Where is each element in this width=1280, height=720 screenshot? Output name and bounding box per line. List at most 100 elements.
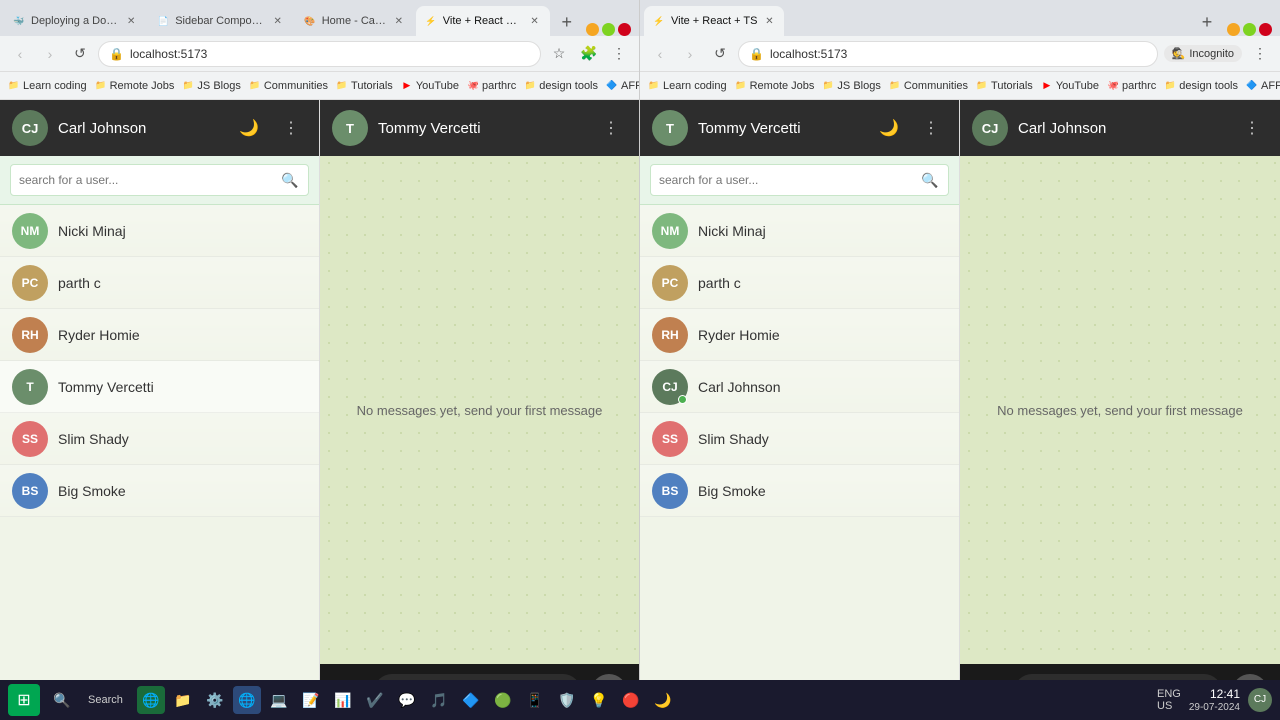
- taskbar-icon-11[interactable]: 🟢: [489, 686, 517, 714]
- bookmark-communities-right[interactable]: 📁 Communities: [889, 80, 968, 92]
- right-sidebar: T Tommy Vercetti 🌙 ⋮ 🔍 NM Nicki Minaj: [640, 100, 960, 720]
- left-chat-menu-btn[interactable]: ⋮: [595, 112, 627, 144]
- right-contact-carl[interactable]: CJ Carl Johnson: [640, 361, 959, 413]
- bookmark-remote-jobs-right[interactable]: 📁 Remote Jobs: [735, 80, 815, 92]
- tab-close-vite-right[interactable]: ✕: [762, 14, 776, 28]
- taskbar-icon-15[interactable]: 🔴: [617, 686, 645, 714]
- bookmark-label-youtube-r: YouTube: [1056, 80, 1099, 92]
- bookmark-label-design-r: design tools: [1179, 80, 1238, 92]
- bookmark-youtube-right[interactable]: ▶ YouTube: [1041, 80, 1099, 92]
- left-contact-nicki[interactable]: NM Nicki Minaj: [0, 205, 319, 257]
- bookmark-design-tools-right[interactable]: 📁 design tools: [1164, 80, 1238, 92]
- left-moon-btn[interactable]: 🌙: [233, 112, 265, 144]
- bookmark-parthrc-right[interactable]: 🐙 parthrc: [1107, 80, 1156, 92]
- taskbar-icon-9[interactable]: 🎵: [425, 686, 453, 714]
- taskbar-icon-5[interactable]: 📝: [297, 686, 325, 714]
- tab-close-vite-left[interactable]: ✕: [528, 14, 542, 28]
- extensions-btn-left[interactable]: 🧩: [577, 42, 601, 66]
- taskbar-icon-1[interactable]: 🌐: [137, 686, 165, 714]
- back-btn-left[interactable]: ‹: [8, 42, 32, 66]
- bookmark-design-tools-left[interactable]: 📁 design tools: [524, 80, 598, 92]
- bookmark-parthrc-left[interactable]: 🐙 parthrc: [467, 80, 516, 92]
- taskbar-icon-8[interactable]: 💬: [393, 686, 421, 714]
- star-btn-left[interactable]: ☆: [547, 42, 571, 66]
- bookmark-js-blogs-right[interactable]: 📁 JS Blogs: [822, 80, 880, 92]
- new-tab-button-right[interactable]: +: [1193, 8, 1221, 36]
- forward-btn-right[interactable]: ›: [678, 42, 702, 66]
- bookmark-js-blogs-left[interactable]: 📁 JS Blogs: [182, 80, 240, 92]
- close-btn-left[interactable]: [618, 23, 631, 36]
- right-menu-btn[interactable]: ⋮: [915, 112, 947, 144]
- left-contact-parth[interactable]: PC parth c: [0, 257, 319, 309]
- tab-vite-left[interactable]: ⚡ Vite + React + TS ✕: [416, 6, 550, 36]
- right-search-input[interactable]: [659, 173, 914, 187]
- left-contact-ryder[interactable]: RH Ryder Homie: [0, 309, 319, 361]
- menu-btn-right[interactable]: ⋮: [1248, 42, 1272, 66]
- search-taskbar-btn[interactable]: 🔍: [46, 684, 78, 716]
- tab-close-canva[interactable]: ✕: [392, 14, 406, 28]
- taskbar-icon-16[interactable]: 🌙: [649, 686, 677, 714]
- bookmark-communities-left[interactable]: 📁 Communities: [249, 80, 328, 92]
- left-contact-tommy[interactable]: T Tommy Vercetti: [0, 361, 319, 413]
- minimize-btn-left[interactable]: [586, 23, 599, 36]
- right-moon-btn[interactable]: 🌙: [873, 112, 905, 144]
- taskbar-icon-6[interactable]: 📊: [329, 686, 357, 714]
- close-btn-right[interactable]: [1259, 23, 1272, 36]
- maximize-btn-left[interactable]: [602, 23, 615, 36]
- right-contact-big[interactable]: BS Big Smoke: [640, 465, 959, 517]
- left-avatar-parth: PC: [12, 265, 48, 301]
- left-search-icon-btn[interactable]: 🔍: [280, 170, 300, 190]
- right-chat-menu-btn[interactable]: ⋮: [1236, 112, 1268, 144]
- minimize-btn-right[interactable]: [1227, 23, 1240, 36]
- address-bar-left[interactable]: 🔒 localhost:5173: [98, 41, 541, 67]
- taskbar-icon-10[interactable]: 🔷: [457, 686, 485, 714]
- start-btn[interactable]: ⊞: [8, 684, 40, 716]
- back-btn-right[interactable]: ‹: [648, 42, 672, 66]
- taskbar-icon-4[interactable]: 💻: [265, 686, 293, 714]
- right-contact-nicki[interactable]: NM Nicki Minaj: [640, 205, 959, 257]
- taskbar-icon-12[interactable]: 📱: [521, 686, 549, 714]
- bookmark-label-communities-r: Communities: [904, 80, 968, 92]
- taskbar-icon-7[interactable]: ✔️: [361, 686, 389, 714]
- bookmark-youtube-left[interactable]: ▶ YouTube: [401, 80, 459, 92]
- left-menu-btn[interactable]: ⋮: [275, 112, 307, 144]
- tab-close-sidebar[interactable]: ✕: [271, 14, 285, 28]
- left-avatar-big: BS: [12, 473, 48, 509]
- tab-canva[interactable]: 🎨 Home - Canva ✕: [295, 6, 414, 36]
- left-name-ryder: Ryder Homie: [58, 327, 140, 343]
- taskbar-user-icon[interactable]: CJ: [1248, 688, 1272, 712]
- address-bar-right[interactable]: 🔒 localhost:5173: [738, 41, 1158, 67]
- taskbar-icon-13[interactable]: 🛡️: [553, 686, 581, 714]
- bookmark-tutorials-right[interactable]: 📁 Tutorials: [976, 80, 1033, 92]
- left-contact-big[interactable]: BS Big Smoke: [0, 465, 319, 517]
- right-search-icon-btn[interactable]: 🔍: [920, 170, 940, 190]
- bookmark-learn-coding-left[interactable]: 📁 Learn coding: [8, 80, 87, 92]
- bookmark-affine-right[interactable]: 🔷 AFFINE: [1246, 80, 1280, 92]
- menu-btn-left[interactable]: ⋮: [607, 42, 631, 66]
- bookmark-affine-left[interactable]: 🔷 AFFINE: [606, 80, 639, 92]
- reload-btn-left[interactable]: ↺: [68, 42, 92, 66]
- bookmark-learn-coding-right[interactable]: 📁 Learn coding: [648, 80, 727, 92]
- tab-deploying[interactable]: 🐳 Deploying a Dock... ✕: [4, 6, 146, 36]
- tab-sidebar[interactable]: 📄 Sidebar Compone... ✕: [148, 6, 293, 36]
- left-contact-slim[interactable]: SS Slim Shady: [0, 413, 319, 465]
- tab-close-deploying[interactable]: ✕: [124, 14, 138, 28]
- taskbar-icon-2[interactable]: 📁: [169, 686, 197, 714]
- right-contact-slim[interactable]: SS Slim Shady: [640, 413, 959, 465]
- bookmark-remote-jobs-left[interactable]: 📁 Remote Jobs: [95, 80, 175, 92]
- right-contact-ryder[interactable]: RH Ryder Homie: [640, 309, 959, 361]
- search-taskbar-icon: 🔍: [53, 692, 70, 709]
- taskbar-icon-14[interactable]: 💡: [585, 686, 613, 714]
- taskbar-icon-3[interactable]: ⚙️: [201, 686, 229, 714]
- reload-btn-right[interactable]: ↺: [708, 42, 732, 66]
- right-user-avatar: T: [652, 110, 688, 146]
- left-no-messages: No messages yet, send your first message: [345, 391, 615, 430]
- maximize-btn-right[interactable]: [1243, 23, 1256, 36]
- bookmark-tutorials-left[interactable]: 📁 Tutorials: [336, 80, 393, 92]
- tab-vite-right[interactable]: ⚡ Vite + React + TS ✕: [644, 6, 784, 36]
- left-search-input[interactable]: [19, 173, 274, 187]
- new-tab-button-left[interactable]: +: [554, 8, 580, 36]
- forward-btn-left[interactable]: ›: [38, 42, 62, 66]
- taskbar-browser-left[interactable]: 🌐: [233, 686, 261, 714]
- right-contact-parth[interactable]: PC parth c: [640, 257, 959, 309]
